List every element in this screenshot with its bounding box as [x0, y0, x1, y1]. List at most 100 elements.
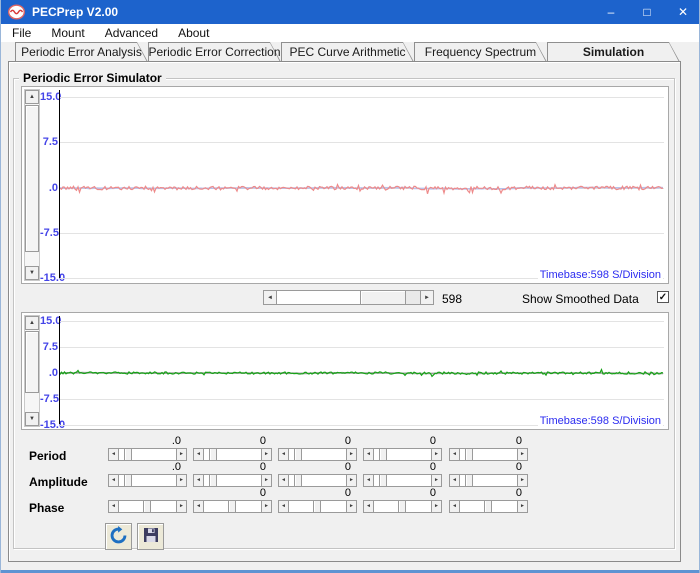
scroll-right-icon[interactable]: ►: [517, 500, 528, 513]
scrollbar-thumb[interactable]: [25, 331, 39, 393]
slider-period-1[interactable]: ◄ ►: [108, 448, 187, 461]
slider-period-2[interactable]: ◄ ►: [193, 448, 272, 461]
slider-period-5[interactable]: ◄ ►: [449, 448, 528, 461]
timebase-label: Timebase:598 S/Division: [537, 269, 663, 281]
tab-pec-curve-arithmetic[interactable]: PEC Curve Arithmetic: [281, 42, 414, 62]
slider-thumb[interactable]: [124, 474, 132, 487]
slider-thumb[interactable]: [294, 448, 302, 461]
scroll-left-icon[interactable]: ◄: [108, 500, 119, 513]
scroll-right-icon[interactable]: ►: [517, 448, 528, 461]
slider-thumb[interactable]: [398, 500, 406, 513]
scroll-up-icon[interactable]: ▲: [25, 316, 39, 330]
scroll-right-icon[interactable]: ►: [176, 500, 187, 513]
scroll-right-icon[interactable]: ►: [346, 448, 357, 461]
scroll-left-icon[interactable]: ◄: [108, 448, 119, 461]
slider-thumb[interactable]: [294, 474, 302, 487]
app-icon: [7, 4, 26, 20]
slider-thumb[interactable]: [484, 500, 492, 513]
refresh-button[interactable]: [105, 523, 132, 550]
scroll-left-icon[interactable]: ◄: [278, 500, 289, 513]
tab-periodic-error-correction[interactable]: Periodic Error Correction: [148, 42, 281, 62]
scroll-left-icon[interactable]: ◄: [193, 500, 204, 513]
tab-frequency-spectrum[interactable]: Frequency Spectrum: [414, 42, 547, 62]
scroll-left-icon[interactable]: ◄: [449, 474, 460, 487]
menu-item-about[interactable]: About: [175, 25, 212, 41]
tab-simulation[interactable]: Simulation: [547, 42, 680, 62]
close-icon[interactable]: ✕: [665, 0, 699, 24]
slider-value: 0: [344, 435, 351, 447]
slider-thumb[interactable]: [465, 474, 473, 487]
tab-strip: Periodic Error Analysis Periodic Error Co…: [15, 42, 680, 62]
scroll-left-icon[interactable]: ◄: [363, 474, 374, 487]
scroll-left-icon[interactable]: ◄: [263, 290, 277, 305]
slider-phase-2[interactable]: ◄ ►: [193, 500, 272, 513]
slider-value: 0: [259, 435, 266, 447]
slider-phase-4[interactable]: ◄ ►: [363, 500, 442, 513]
chart-vertical-scrollbar[interactable]: ▲ ▼: [24, 315, 40, 427]
slider-row-label-phase: Phase: [29, 501, 65, 515]
slider-amplitude-3[interactable]: ◄ ►: [278, 474, 357, 487]
slider-amplitude-4[interactable]: ◄ ►: [363, 474, 442, 487]
slider-thumb[interactable]: [124, 448, 132, 461]
scroll-right-icon[interactable]: ►: [431, 474, 442, 487]
slider-amplitude-2[interactable]: ◄ ►: [193, 474, 272, 487]
slider-phase-1[interactable]: ◄ ►: [108, 500, 187, 513]
refresh-icon: [109, 525, 128, 548]
tab-label: Simulation: [582, 44, 645, 59]
scroll-left-icon[interactable]: ◄: [193, 474, 204, 487]
scroll-right-icon[interactable]: ►: [176, 448, 187, 461]
y-axis-tick-label: -7.5: [40, 227, 59, 239]
scroll-left-icon[interactable]: ◄: [278, 448, 289, 461]
scrollbar-thumb[interactable]: [25, 105, 39, 252]
minimize-icon[interactable]: –: [593, 0, 629, 24]
scroll-right-icon[interactable]: ►: [261, 474, 272, 487]
slider-thumb[interactable]: [379, 474, 387, 487]
scroll-left-icon[interactable]: ◄: [278, 474, 289, 487]
slider-thumb[interactable]: [379, 448, 387, 461]
slider-amplitude-1[interactable]: ◄ ►: [108, 474, 187, 487]
menu-item-mount[interactable]: Mount: [48, 25, 87, 41]
slider-thumb[interactable]: [465, 448, 473, 461]
slider-thumb[interactable]: [143, 500, 151, 513]
y-axis-tick-label: -15.0: [40, 419, 66, 431]
scroll-right-icon[interactable]: ►: [420, 290, 434, 305]
menu-item-file[interactable]: File: [9, 25, 34, 41]
menu-item-advanced[interactable]: Advanced: [102, 25, 161, 41]
slider-thumb[interactable]: [209, 448, 217, 461]
scroll-down-icon[interactable]: ▼: [25, 412, 39, 426]
save-button[interactable]: [137, 523, 164, 550]
scroll-left-icon[interactable]: ◄: [363, 500, 374, 513]
scroll-up-icon[interactable]: ▲: [25, 90, 39, 104]
scroll-right-icon[interactable]: ►: [261, 500, 272, 513]
scroll-left-icon[interactable]: ◄: [363, 448, 374, 461]
scroll-right-icon[interactable]: ►: [431, 500, 442, 513]
scroll-right-icon[interactable]: ►: [261, 448, 272, 461]
groupbox-title: Periodic Error Simulator: [19, 71, 166, 85]
menu-bar: File Mount Advanced About: [1, 24, 699, 42]
scroll-right-icon[interactable]: ►: [176, 474, 187, 487]
timebase-scrollbar[interactable]: ◄ ►: [263, 290, 434, 305]
chart-vertical-scrollbar[interactable]: ▲ ▼: [24, 89, 40, 281]
y-axis-tick-label: -7.5: [40, 393, 59, 405]
scroll-left-icon[interactable]: ◄: [449, 448, 460, 461]
show-smoothed-checkbox[interactable]: ✓: [657, 291, 669, 303]
scrollbar-thumb[interactable]: [360, 290, 406, 305]
scroll-right-icon[interactable]: ►: [346, 474, 357, 487]
slider-period-4[interactable]: ◄ ►: [363, 448, 442, 461]
slider-thumb[interactable]: [228, 500, 236, 513]
maximize-icon[interactable]: □: [629, 0, 665, 24]
scroll-right-icon[interactable]: ►: [346, 500, 357, 513]
slider-amplitude-5[interactable]: ◄ ►: [449, 474, 528, 487]
scroll-left-icon[interactable]: ◄: [449, 500, 460, 513]
slider-phase-3[interactable]: ◄ ►: [278, 500, 357, 513]
slider-phase-5[interactable]: ◄ ►: [449, 500, 528, 513]
scroll-right-icon[interactable]: ►: [517, 474, 528, 487]
tab-periodic-error-analysis[interactable]: Periodic Error Analysis: [15, 42, 148, 62]
slider-period-3[interactable]: ◄ ►: [278, 448, 357, 461]
scroll-left-icon[interactable]: ◄: [108, 474, 119, 487]
scroll-left-icon[interactable]: ◄: [193, 448, 204, 461]
slider-thumb[interactable]: [313, 500, 321, 513]
scroll-right-icon[interactable]: ►: [431, 448, 442, 461]
scroll-down-icon[interactable]: ▼: [25, 266, 39, 280]
slider-thumb[interactable]: [209, 474, 217, 487]
